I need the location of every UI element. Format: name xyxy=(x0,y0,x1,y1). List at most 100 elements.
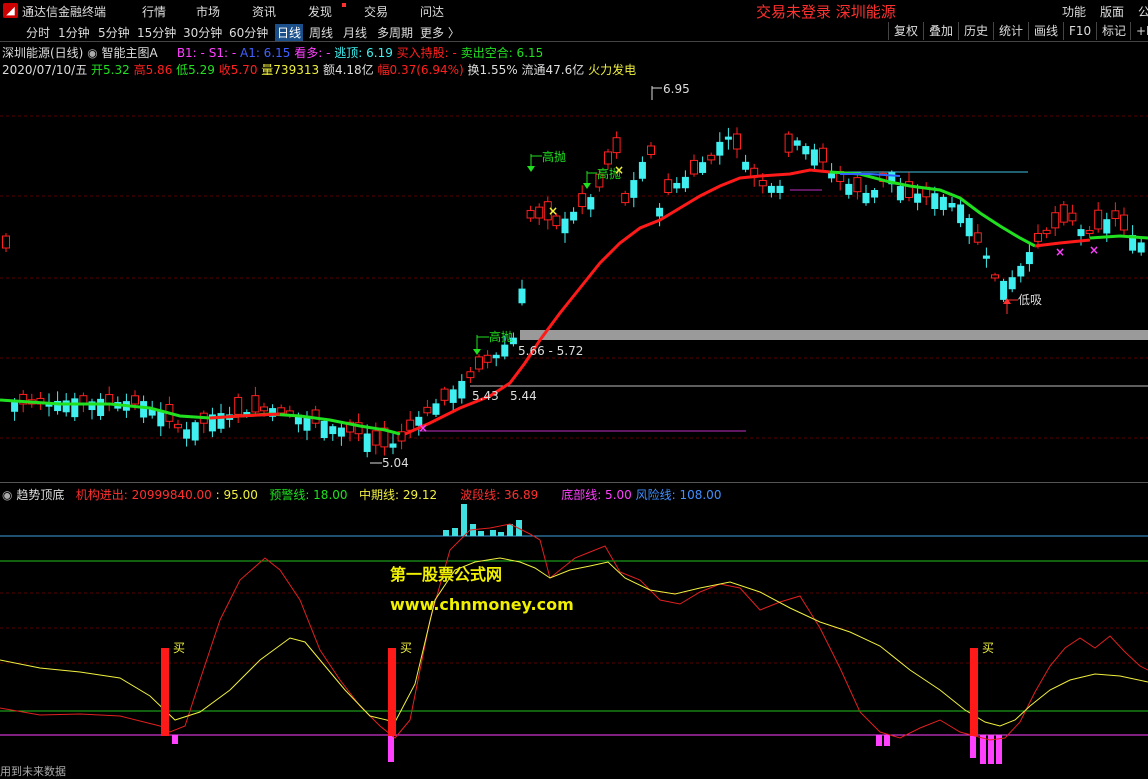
candle-body xyxy=(991,274,999,279)
period-15min[interactable]: 15分钟 xyxy=(137,24,176,41)
period-5min[interactable]: 5分钟 xyxy=(98,24,130,41)
candle-body xyxy=(630,180,638,198)
candle-body xyxy=(423,406,432,414)
candle-body xyxy=(681,176,689,189)
menu-item-shichang[interactable]: 市场 xyxy=(196,3,220,20)
candle-body xyxy=(157,411,165,427)
indicator-name[interactable]: 智能主图A xyxy=(102,46,158,60)
candle-body xyxy=(449,389,457,403)
main-info-row: 深圳能源(日线) ◉ 智能主图A B1: - S1: - A1: 6.15 看多… xyxy=(2,44,543,61)
menu-item-more[interactable]: 公 xyxy=(1138,3,1148,20)
candle-body xyxy=(767,185,775,193)
candle-body xyxy=(638,161,646,179)
candle-body xyxy=(1120,214,1128,231)
candle-body xyxy=(1042,229,1051,235)
candle-body xyxy=(475,356,483,370)
cyan-bar xyxy=(461,504,467,536)
kline-chart[interactable]: 6.95 5.04 5.66 - 5.72 5.43 5.44 高抛 高抛 高抛… xyxy=(0,78,1148,478)
tool-huaxian[interactable]: 画线 xyxy=(1028,22,1063,40)
candle-body xyxy=(862,192,870,204)
kanduo-value: 看多: - xyxy=(294,46,331,60)
menu-item-jiaoyi[interactable]: 交易 xyxy=(364,3,388,20)
footer-note: 用到未来数据 xyxy=(0,765,66,778)
tool-f10[interactable]: F10 xyxy=(1063,22,1096,40)
ma-green-end xyxy=(1089,234,1148,240)
period-1min[interactable]: 1分钟 xyxy=(58,24,90,41)
magenta-bar xyxy=(980,735,986,764)
candle-body xyxy=(1137,242,1145,253)
candle-body xyxy=(733,133,741,150)
candle-body xyxy=(62,400,70,413)
trend-indicator-chart[interactable]: 买 买 买 xyxy=(0,500,1148,764)
candle-body xyxy=(793,140,801,146)
candle-body xyxy=(337,427,345,437)
candle-body xyxy=(217,413,225,429)
candle-body xyxy=(957,204,965,224)
menu-item-hangqing[interactable]: 行情 xyxy=(142,3,166,20)
candle-body xyxy=(1111,210,1120,220)
candle-body xyxy=(483,354,492,363)
app-title: 通达信金融终端 xyxy=(22,5,107,19)
magenta-bar xyxy=(172,735,178,744)
buy-label-3: 买 xyxy=(982,641,994,655)
menu-item-faxian[interactable]: 发现 xyxy=(308,3,332,20)
menu-item-zixun[interactable]: 资讯 xyxy=(252,3,276,20)
tool-lishi[interactable]: 历史 xyxy=(958,22,993,40)
login-status[interactable]: 交易未登录 深圳能源 xyxy=(756,1,896,22)
candle-body xyxy=(819,147,827,163)
a1-value: A1: 6.15 xyxy=(239,46,291,60)
tool-plus-b[interactable]: +B xyxy=(1130,22,1148,40)
candle-body xyxy=(174,423,182,429)
period-multi[interactable]: 多周期 xyxy=(377,24,413,41)
candle-body xyxy=(647,145,655,156)
menu-item-wenda[interactable]: 问达 xyxy=(420,3,444,20)
quote-float: 流通47.6亿 xyxy=(521,63,585,77)
candle-body xyxy=(526,210,535,219)
candle-body xyxy=(277,407,286,414)
stock-name: 深圳能源(日线) xyxy=(2,46,84,60)
period-30min[interactable]: 30分钟 xyxy=(183,24,222,41)
x-mark-magenta-2: × xyxy=(1055,245,1065,259)
menu-item-gongneng[interactable]: 功能 xyxy=(1062,3,1086,20)
candle-body xyxy=(914,193,922,203)
candle-body xyxy=(501,344,509,357)
menu-item-banmian[interactable]: 版面 xyxy=(1100,3,1124,20)
candle-body xyxy=(810,149,818,166)
candle-body xyxy=(535,206,544,219)
taoding-value: 逃顶: 6.19 xyxy=(334,46,393,60)
tool-fuquan[interactable]: 复权 xyxy=(888,22,923,40)
candle-body xyxy=(406,419,415,431)
candle-body xyxy=(604,151,612,165)
candle-body xyxy=(458,380,466,399)
period-monthly[interactable]: 月线 xyxy=(343,24,367,41)
period-60min[interactable]: 60分钟 xyxy=(229,24,268,41)
period-weekly[interactable]: 周线 xyxy=(309,24,333,41)
candle-body xyxy=(492,354,500,359)
tool-diejia[interactable]: 叠加 xyxy=(923,22,958,40)
high-sell-marker-1: 高抛 xyxy=(527,149,566,172)
maichu-value: 卖出空合: 6.15 xyxy=(460,46,544,60)
indicator-toggle-icon[interactable]: ◉ xyxy=(87,46,97,60)
candle-body xyxy=(466,371,475,379)
tool-tongji[interactable]: 统计 xyxy=(993,22,1028,40)
tool-biaoji[interactable]: 标记 xyxy=(1096,22,1131,40)
buy-label-1: 买 xyxy=(173,641,185,655)
quote-change: 幅0.37(6.94%) xyxy=(377,63,464,77)
period-fenshi[interactable]: 分时 xyxy=(26,24,50,41)
candle-body xyxy=(742,161,750,170)
b1-value: B1: - xyxy=(176,46,205,60)
magenta-bar xyxy=(884,735,890,746)
candle-body xyxy=(724,136,732,140)
candle-body xyxy=(363,433,371,452)
mairu-value: 买入持股: - xyxy=(396,46,457,60)
period-daily[interactable]: 日线 xyxy=(275,24,304,41)
candle-body xyxy=(561,218,569,234)
candle-body xyxy=(440,388,449,401)
candle-body xyxy=(871,189,879,198)
candle-body xyxy=(1103,219,1111,234)
candle-body xyxy=(251,395,260,413)
buy-bar-3 xyxy=(970,648,978,736)
candle-body xyxy=(2,235,10,249)
candle-body xyxy=(71,398,79,418)
period-more[interactable]: 更多 〉 xyxy=(420,24,460,41)
